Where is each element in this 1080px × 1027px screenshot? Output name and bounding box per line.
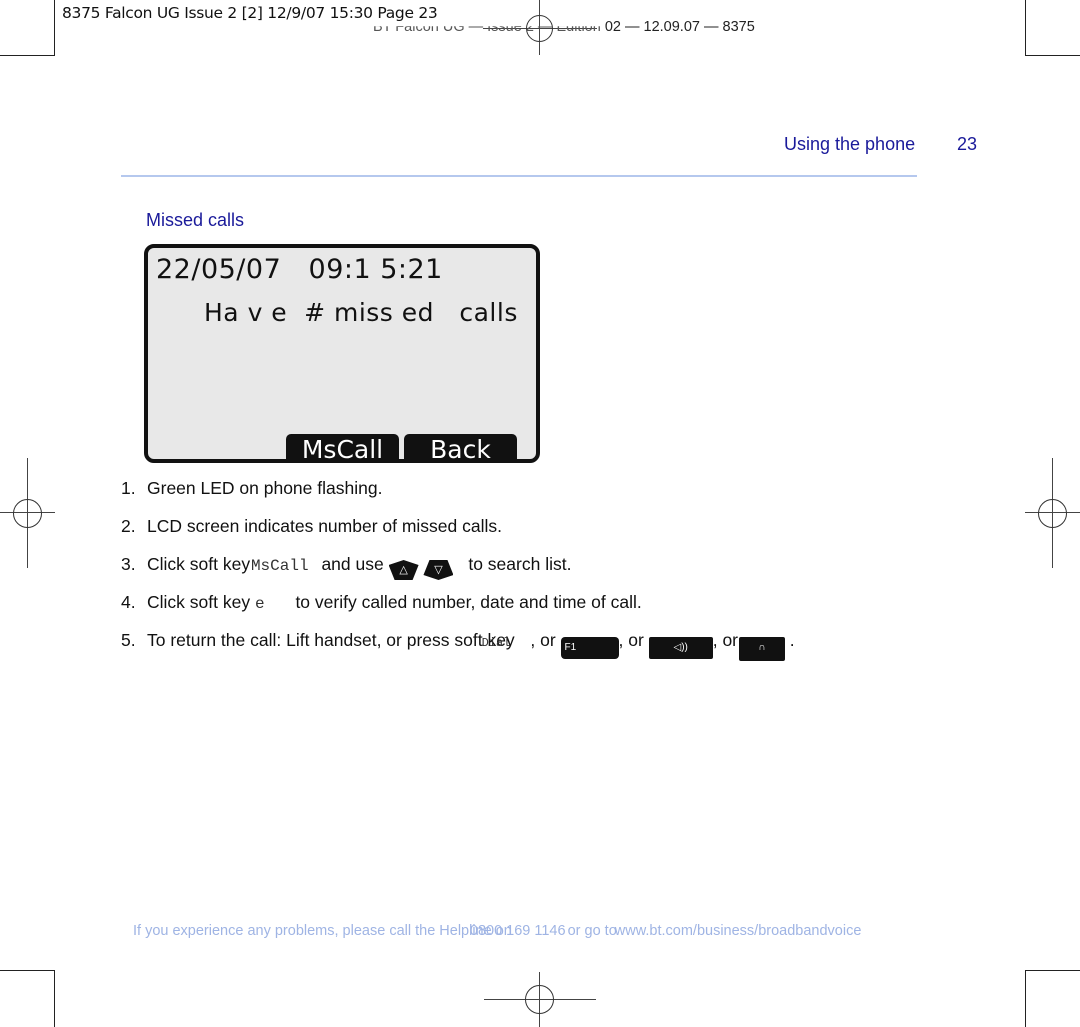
f1-key-label: F1 [564,642,577,653]
softkey-reference: Dial [481,636,511,650]
step-text: to verify called number, date and time o… [295,592,642,612]
step-2: 2. LCD screen indicates number of missed … [121,516,502,537]
softkey-reference: e [254,595,265,613]
step-text: , or [712,630,739,650]
step-text: To return the call: Lift handset, or pre… [147,630,515,650]
edition-line-right: 02 — 12.09.07 — 8375 [604,19,755,35]
step-4: 4. Click soft key e to verify called numb… [121,592,642,613]
step-text: Click soft key [147,592,251,612]
step-1: 1. Green LED on phone flashing. [121,478,382,499]
step-text: and use [321,554,384,574]
edition-line: BT Falcon UG — Issue 2 — Edition 02 — 12… [373,19,755,35]
support-url[interactable]: www.bt.com/business/broadbandvoice [615,923,862,939]
edition-line-left: BT Falcon UG — Issue 2 — Edition [373,19,601,35]
step-3: 3. Click soft key MsCall and use △ ▽ to s… [121,554,571,580]
header-rule [121,175,917,177]
step-number: 3. [121,554,136,574]
step-text: Click soft key [147,554,251,574]
running-head: Using the phone [784,134,916,154]
softkey-back[interactable]: Back [404,434,517,464]
footer-helpline: If you experience any problems, please c… [133,923,861,939]
lcd-screen: 22/05/07 09:1 5:21 Ha v e # miss ed call… [144,244,540,464]
step-5: 5. To return the call: Lift handset, or p… [121,630,795,661]
step-text: , or [530,630,556,650]
crop-mark [54,0,55,55]
section-title: Missed calls [146,210,245,230]
step-number: 1. [121,478,136,498]
step-text: . [789,630,795,650]
f1-key-icon: F1 [560,637,619,659]
crop-mark [0,55,55,56]
footer-text: or go to [567,923,617,939]
page-number: 23 [957,134,978,154]
crop-mark [1025,970,1026,1027]
crop-mark [1025,970,1080,971]
step-number: 5. [121,630,136,650]
step-text: LCD screen indicates number of missed ca… [147,516,503,536]
speaker-icon: ◁)) [648,637,713,659]
headset-icon: ∩ [738,637,785,661]
crop-mark [1025,55,1080,56]
up-arrow-key-icon: △ [388,560,419,580]
softkey-reference: MsCall [250,557,309,575]
helpline-phone: 0800 169 1146 [469,923,566,939]
footer-text: If you experience any problems, please c… [133,923,512,939]
step-number: 2. [121,516,136,536]
crop-mark [54,970,55,1027]
down-arrow-key-icon: ▽ [423,560,454,580]
softkey-mscall[interactable]: MsCall [286,434,399,464]
crop-mark [1025,0,1026,55]
step-text: , or [618,630,644,650]
step-text: Green LED on phone flashing. [147,478,383,498]
crop-mark [0,970,55,971]
lcd-message: Ha v e # miss ed calls [204,298,518,327]
lcd-datetime: 22/05/07 09:1 5:21 [156,254,443,285]
step-number: 4. [121,592,136,612]
step-text: to search list. [468,554,572,574]
